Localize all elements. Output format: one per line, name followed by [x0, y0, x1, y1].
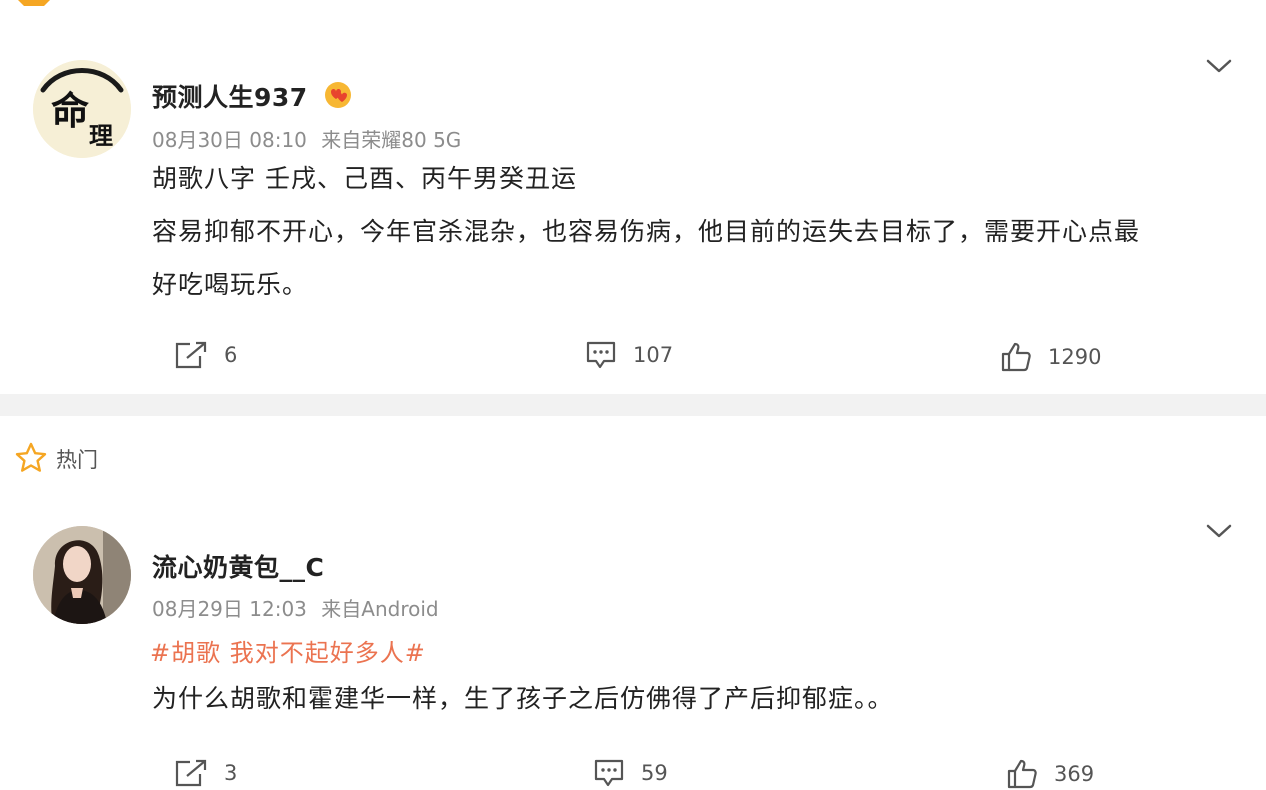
- post-content: 胡歌八字 壬戌、己酉、丙午男癸丑运 容易抑郁不开心，今年官杀混杂，也容易伤病，他…: [152, 152, 1242, 311]
- chevron-down-icon[interactable]: [1204, 521, 1234, 541]
- content-line: 容易抑郁不开心，今年官杀混杂，也容易伤病，他目前的运失去目标了，需要开心点最: [152, 217, 1141, 246]
- like-count: 1290: [1048, 345, 1102, 369]
- post-meta: 08月30日 08:10 来自荣耀80 5G: [152, 124, 469, 153]
- content-line: 好吃喝玩乐。: [152, 270, 309, 299]
- repost-count: 6: [224, 343, 238, 367]
- comment-icon: [586, 341, 616, 369]
- repost-icon: [175, 759, 207, 787]
- username-text[interactable]: 预测人生937: [152, 83, 308, 112]
- star-icon: [15, 442, 47, 472]
- weibo-post: 流心奶黄包__C 08月29日 12:03 来自Android #胡歌 我对不起…: [0, 476, 1266, 789]
- comment-button[interactable]: 107: [585, 340, 673, 370]
- comment-count: 59: [641, 761, 668, 785]
- repost-count: 3: [224, 761, 238, 785]
- content-line: 为什么胡歌和霍建华一样，生了孩子之后仿佛得了产后抑郁症。。: [152, 684, 894, 713]
- post-date[interactable]: 08月29日 12:03: [152, 597, 307, 621]
- avatar[interactable]: [33, 526, 131, 624]
- comment-count: 107: [633, 343, 674, 367]
- post-source: Android: [361, 597, 439, 621]
- vip-heart-badge-icon: [324, 82, 351, 108]
- avatar-text-top: 命: [51, 88, 90, 133]
- section-divider: [0, 394, 1266, 416]
- repost-button[interactable]: 6: [174, 340, 237, 370]
- hot-section-header: 热门: [0, 416, 1266, 476]
- post-date[interactable]: 08月30日 08:10: [152, 128, 307, 152]
- thumbs-up-icon: [1007, 759, 1037, 789]
- comment-button[interactable]: 59: [593, 758, 668, 788]
- user-photo-avatar-icon: [33, 526, 131, 624]
- post-source: 荣耀80 5G: [361, 128, 462, 152]
- post-meta: 08月29日 12:03 来自Android: [152, 593, 447, 622]
- username[interactable]: 预测人生937: [152, 78, 353, 114]
- thumbs-up-icon: [1001, 342, 1031, 372]
- username[interactable]: 流心奶黄包__C: [152, 548, 324, 584]
- content-line: 胡歌八字 壬戌、己酉、丙午男癸丑运: [152, 164, 577, 193]
- avatar[interactable]: 命 理: [33, 60, 131, 158]
- username-text[interactable]: 流心奶黄包__C: [152, 553, 324, 582]
- comment-icon: [594, 759, 624, 787]
- previous-post-edge: [0, 0, 1266, 8]
- star-icon-partial: [18, 0, 50, 6]
- source-prefix: 来自: [321, 128, 362, 152]
- topic-hashtag[interactable]: #胡歌 我对不起好多人#: [150, 633, 426, 668]
- avatar-text-bottom: 理: [89, 121, 113, 150]
- repost-button[interactable]: 3: [174, 758, 237, 788]
- post-content: 为什么胡歌和霍建华一样，生了孩子之后仿佛得了产后抑郁症。。: [152, 672, 1242, 725]
- source-prefix: 来自: [321, 597, 362, 621]
- like-count: 369: [1054, 762, 1095, 786]
- weibo-post: 命 理 预测人生937 08月30日 08:10 来自荣耀80 5G 胡歌八字 …: [0, 8, 1266, 394]
- like-button[interactable]: 369: [1006, 758, 1094, 790]
- chevron-down-icon[interactable]: [1204, 56, 1234, 76]
- like-button[interactable]: 1290: [1000, 341, 1101, 373]
- repost-icon: [175, 341, 207, 369]
- hot-label: 热门: [56, 448, 98, 472]
